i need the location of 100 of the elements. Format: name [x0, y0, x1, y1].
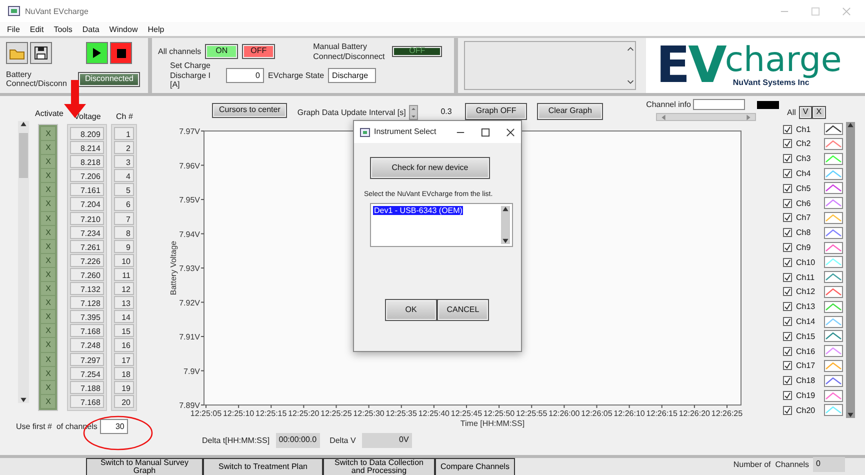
scrollbar[interactable]	[846, 122, 855, 418]
channel-count-field[interactable]: 30	[100, 418, 128, 434]
run-button[interactable]	[86, 42, 108, 64]
activate-toggle[interactable]: X	[41, 169, 56, 182]
line-swatch[interactable]	[824, 182, 843, 194]
page-button[interactable]: Compare Channels	[435, 458, 515, 475]
checkbox[interactable]	[783, 391, 792, 400]
menu-item[interactable]: Tools	[54, 24, 72, 34]
checkbox[interactable]	[783, 317, 792, 326]
checkbox[interactable]	[783, 258, 792, 267]
stop-icon	[116, 48, 126, 58]
page-button[interactable]: Switch to Manual Survey Graph	[86, 458, 203, 475]
line-swatch[interactable]	[824, 256, 843, 268]
activate-toggle[interactable]: X	[41, 324, 56, 338]
activate-toggle[interactable]: X	[41, 240, 56, 253]
activate-toggle[interactable]: X	[41, 212, 56, 225]
channel-name: Ch2	[796, 139, 812, 148]
menu-item[interactable]: Window	[109, 24, 138, 34]
activate-toggle[interactable]: X	[41, 226, 56, 239]
checkbox[interactable]	[783, 213, 792, 222]
activate-toggle[interactable]: X	[41, 296, 56, 310]
activate-toggle[interactable]: X	[41, 380, 56, 394]
line-swatch[interactable]	[824, 197, 843, 210]
checkbox[interactable]	[783, 154, 792, 164]
line-swatch[interactable]	[824, 138, 843, 150]
line-swatch[interactable]	[824, 212, 843, 224]
channel-name: Ch20	[796, 406, 816, 415]
save-button[interactable]	[30, 42, 52, 64]
checkbox[interactable]	[783, 406, 792, 415]
menu-item[interactable]: File	[7, 24, 20, 34]
activate-toggle[interactable]: X	[41, 254, 56, 267]
checkbox[interactable]	[783, 272, 792, 282]
interval-spinner[interactable]	[408, 105, 418, 120]
hide-all-button[interactable]: X	[812, 106, 826, 119]
delta-t-field: 00:00:00.0	[276, 433, 320, 448]
line-swatch[interactable]	[824, 286, 843, 298]
checkbox[interactable]	[783, 361, 792, 370]
checkbox[interactable]	[783, 169, 792, 178]
charge-current-field[interactable]: 0	[226, 68, 264, 84]
line-swatch[interactable]	[824, 152, 843, 165]
line-swatch[interactable]	[824, 300, 843, 313]
activate-toggle[interactable]: X	[41, 155, 56, 168]
menu-item[interactable]: Edit	[30, 24, 44, 34]
activate-toggle[interactable]: X	[41, 352, 56, 366]
cancel-button[interactable]: CANCEL	[437, 299, 489, 321]
checkbox[interactable]	[783, 198, 792, 208]
activate-toggle[interactable]: X	[41, 338, 56, 352]
menu-item[interactable]: Data	[82, 24, 100, 34]
line-swatch[interactable]	[824, 404, 843, 416]
line-swatch[interactable]	[824, 123, 843, 136]
scrollbar[interactable]	[501, 206, 510, 244]
activate-toggle[interactable]: X	[41, 197, 56, 211]
line-swatch[interactable]	[824, 345, 843, 358]
device-item[interactable]: Dev1 - USB-6343 (OEM)	[373, 206, 464, 216]
line-swatch[interactable]	[824, 330, 843, 342]
line-swatch[interactable]	[824, 242, 843, 254]
activate-toggle[interactable]: X	[41, 310, 56, 324]
graph-off-button[interactable]: Graph OFF	[464, 103, 528, 120]
activate-toggle[interactable]: X	[41, 268, 56, 282]
channel-info-field[interactable]	[693, 99, 745, 110]
activate-toggle[interactable]: X	[41, 141, 56, 154]
checkbox[interactable]	[783, 139, 792, 148]
clear-graph-button[interactable]: Clear Graph	[537, 103, 603, 120]
checkbox[interactable]	[783, 124, 792, 134]
activate-toggle[interactable]: X	[41, 366, 56, 380]
line-swatch[interactable]	[824, 390, 843, 402]
checkbox[interactable]	[783, 228, 792, 238]
line-swatch[interactable]	[824, 316, 843, 328]
checkbox[interactable]	[783, 376, 792, 386]
line-swatch[interactable]	[824, 271, 843, 284]
on-button[interactable]: ON	[205, 44, 238, 59]
check-device-button[interactable]: Check for new device	[370, 157, 490, 179]
line-swatch[interactable]	[824, 226, 843, 239]
page-button[interactable]: Switch to Treatment Plan	[203, 458, 323, 475]
ok-button[interactable]: OK	[385, 299, 437, 321]
checkbox[interactable]	[783, 302, 792, 312]
manual-toggle[interactable]: OFF	[392, 46, 442, 57]
checkbox[interactable]	[783, 184, 792, 193]
activate-toggle[interactable]: X	[41, 183, 56, 196]
horizontal-scrollbar[interactable]	[656, 113, 756, 121]
scroll-thumb[interactable]	[19, 133, 28, 178]
line-swatch[interactable]	[824, 168, 843, 180]
activate-toggle[interactable]: X	[41, 127, 56, 140]
line-swatch[interactable]	[824, 374, 843, 387]
checkbox[interactable]	[783, 346, 792, 356]
scrollbar[interactable]	[18, 121, 29, 403]
checkbox[interactable]	[783, 332, 792, 341]
checkbox[interactable]	[783, 287, 792, 296]
show-all-button[interactable]: V	[798, 106, 812, 119]
disconnected-button[interactable]: Disconnected	[78, 72, 140, 87]
line-swatch[interactable]	[824, 360, 843, 372]
activate-toggle[interactable]: X	[41, 282, 56, 296]
device-list[interactable]: Dev1 - USB-6343 (OEM)	[370, 203, 513, 248]
stop-button[interactable]	[110, 42, 132, 64]
off-button[interactable]: OFF	[242, 44, 276, 59]
checkbox[interactable]	[783, 243, 792, 252]
activate-toggle[interactable]: X	[41, 394, 56, 408]
cursors-to-center-button[interactable]: Cursors to center	[212, 103, 288, 118]
page-button[interactable]: Switch to Data Collection and Processing	[323, 458, 435, 475]
menu-item[interactable]: Help	[148, 24, 164, 34]
